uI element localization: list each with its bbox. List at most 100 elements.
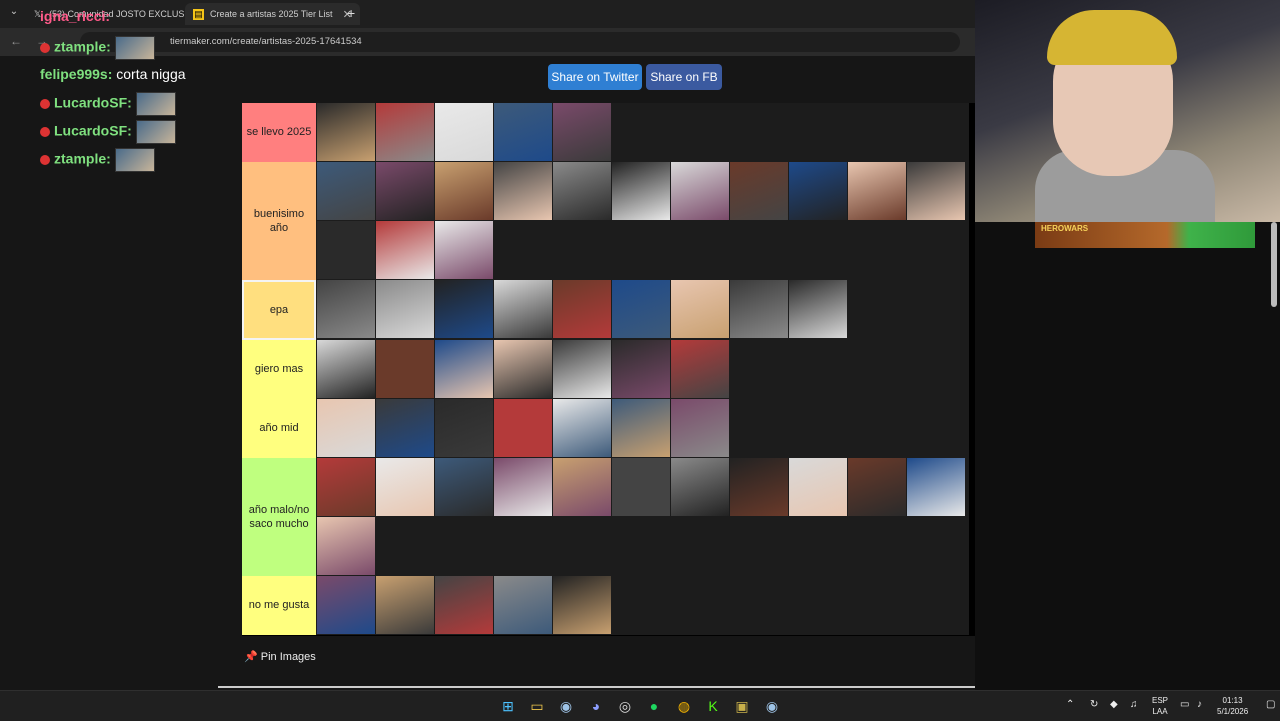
artist-image[interactable] [671, 399, 729, 457]
discord-icon[interactable]: ◕ [587, 697, 605, 715]
security-icon[interactable]: ◆ [1110, 699, 1118, 710]
artist-image[interactable] [317, 399, 375, 457]
artist-image[interactable] [730, 280, 788, 338]
artist-image[interactable] [789, 162, 847, 220]
mic-icon[interactable]: ♫ [1130, 699, 1138, 710]
artist-image[interactable] [376, 340, 434, 398]
tier-label[interactable]: buenisimo año [242, 162, 316, 280]
artist-image[interactable] [435, 399, 493, 457]
horizontal-scrollbar[interactable] [218, 686, 1053, 688]
artist-image[interactable] [376, 576, 434, 634]
ad-banner[interactable]: HEROWARS [1035, 222, 1255, 248]
file-explorer-icon[interactable]: ▭ [528, 697, 546, 715]
artist-image[interactable] [612, 280, 670, 338]
volume-icon[interactable]: ♪ [1197, 699, 1202, 710]
artist-image[interactable] [612, 399, 670, 457]
tier-label[interactable]: año mid [242, 399, 316, 458]
artist-image[interactable] [376, 103, 434, 161]
pin-images[interactable]: 📌 Pin Images [244, 650, 316, 663]
back-icon[interactable]: ← [10, 34, 22, 48]
artist-image[interactable] [848, 162, 906, 220]
tray-chevron-icon[interactable]: ⌃ [1066, 699, 1074, 710]
artist-image[interactable] [789, 280, 847, 338]
artist-image[interactable] [376, 162, 434, 220]
artist-image[interactable] [376, 458, 434, 516]
artist-image[interactable] [435, 162, 493, 220]
network-icon[interactable]: ▭ [1180, 699, 1189, 710]
artist-image[interactable] [317, 458, 375, 516]
language-indicator[interactable]: ESP LAA [1152, 695, 1168, 717]
artist-image[interactable] [435, 280, 493, 338]
artist-image[interactable] [435, 458, 493, 516]
subscriber-badge-icon [40, 127, 50, 137]
tab-tiermaker[interactable]: ▤ Create a artistas 2025 Tier List ✕ [185, 3, 360, 25]
notification-icon[interactable]: ▢ [1266, 699, 1275, 710]
artist-image[interactable] [494, 340, 552, 398]
artist-image[interactable] [494, 458, 552, 516]
artist-image[interactable] [553, 280, 611, 338]
game-icon[interactable]: ▣ [733, 697, 751, 715]
artist-image[interactable] [317, 576, 375, 634]
tier-label[interactable]: año malo/no saco mucho [242, 458, 316, 576]
artist-image[interactable] [494, 280, 552, 338]
artist-image[interactable] [317, 280, 375, 338]
artist-image[interactable] [553, 340, 611, 398]
artist-image[interactable] [376, 221, 434, 279]
tier-row: buenisimo año⚙⌃⌄ [242, 162, 1028, 281]
obs-icon[interactable]: ◎ [616, 697, 634, 715]
artist-image[interactable] [435, 340, 493, 398]
artist-image[interactable] [317, 162, 375, 220]
windows-start-icon[interactable]: ⊞ [499, 697, 517, 715]
artist-image[interactable] [376, 399, 434, 457]
artist-image[interactable] [317, 221, 375, 279]
artist-image[interactable] [848, 458, 906, 516]
artist-image[interactable] [612, 162, 670, 220]
share-fb-button[interactable]: Share on FB [646, 64, 722, 90]
chat-message: ztample: [40, 148, 155, 172]
artist-image[interactable] [553, 399, 611, 457]
artist-image[interactable] [671, 280, 729, 338]
vertical-scrollbar[interactable] [1271, 222, 1277, 307]
artist-image[interactable] [317, 517, 375, 575]
artist-image[interactable] [553, 458, 611, 516]
sync-icon[interactable]: ↻ [1090, 699, 1098, 710]
artist-image[interactable] [494, 576, 552, 634]
clock[interactable]: 01:13 5/1/2026 [1217, 695, 1248, 717]
tier-label[interactable]: se llevo 2025 [242, 103, 316, 162]
artist-image[interactable] [730, 458, 788, 516]
artist-image[interactable] [671, 458, 729, 516]
artist-image[interactable] [789, 458, 847, 516]
steam-icon[interactable]: ◉ [557, 697, 575, 715]
artist-image[interactable] [907, 162, 965, 220]
artist-image[interactable] [730, 162, 788, 220]
spotify-icon[interactable]: ● [645, 697, 663, 715]
artist-image[interactable] [612, 458, 670, 516]
tier-label[interactable]: giero mas [242, 340, 316, 399]
url-field[interactable]: tiermaker.com/create/artistas-2025-17641… [80, 32, 960, 52]
artist-image[interactable] [553, 162, 611, 220]
tab-search-icon[interactable]: ⌄ [6, 6, 22, 22]
artist-image[interactable] [435, 103, 493, 161]
new-tab-button[interactable]: + [347, 5, 355, 21]
artist-image[interactable] [907, 458, 965, 516]
tier-label[interactable]: epa [242, 280, 316, 340]
share-twitter-button[interactable]: Share on Twitter [548, 64, 642, 90]
artist-image[interactable] [435, 221, 493, 279]
artist-image[interactable] [671, 340, 729, 398]
tier-label[interactable]: no me gusta [242, 576, 316, 635]
artist-image[interactable] [553, 103, 611, 161]
chrome-icon[interactable]: ◍ [675, 697, 693, 715]
artist-image[interactable] [612, 340, 670, 398]
artist-image[interactable] [671, 162, 729, 220]
artist-image[interactable] [494, 399, 552, 457]
artist-image[interactable] [435, 576, 493, 634]
artist-image[interactable] [494, 103, 552, 161]
artist-image[interactable] [317, 340, 375, 398]
steam-icon-2[interactable]: ◉ [763, 697, 781, 715]
artist-image[interactable] [317, 103, 375, 161]
artist-image[interactable] [376, 280, 434, 338]
chat-text: corta nigga [112, 66, 186, 82]
kick-icon[interactable]: K [704, 697, 722, 715]
artist-image[interactable] [553, 576, 611, 634]
artist-image[interactable] [494, 162, 552, 220]
